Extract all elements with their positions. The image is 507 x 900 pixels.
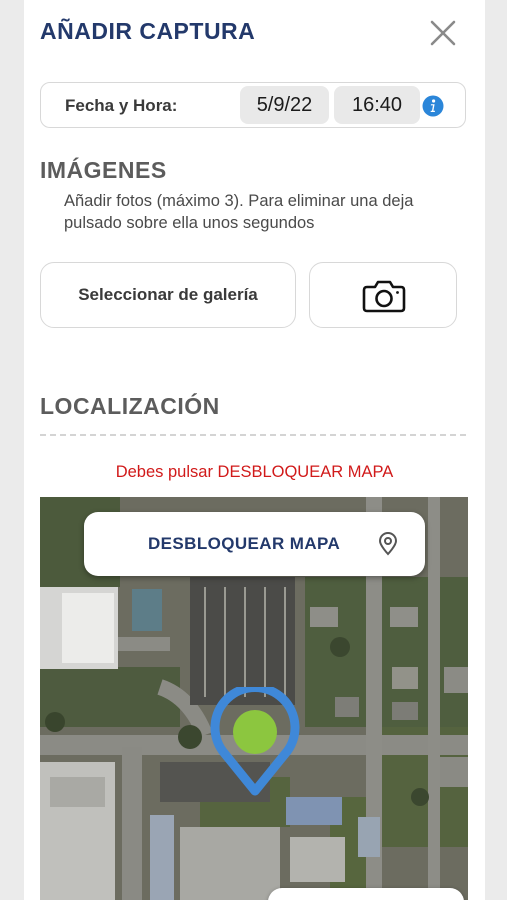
date-field[interactable]: 5/9/22 <box>240 86 329 124</box>
map-overlay-button[interactable] <box>268 888 464 900</box>
info-icon[interactable] <box>422 95 444 117</box>
images-section-title: IMÁGENES <box>40 157 167 183</box>
unlock-warning: Debes pulsar DESBLOQUEAR MAPA <box>115 463 394 481</box>
page-title: AÑADIR CAPTURA <box>40 18 256 44</box>
camera-button[interactable] <box>309 262 457 328</box>
capture-form: AÑADIR CAPTURA Fecha y Hora: 5/9/22 16:4… <box>24 0 485 900</box>
camera-icon <box>362 280 406 313</box>
time-field[interactable]: 16:40 <box>334 86 420 124</box>
location-section-title: LOCALIZACIÓN <box>40 393 220 419</box>
section-divider <box>40 434 466 436</box>
images-description: Añadir fotos (máximo 3). Para eliminar u… <box>64 192 414 232</box>
select-gallery-button[interactable]: Seleccionar de galería <box>40 262 296 328</box>
unlock-map-button[interactable]: DESBLOQUEAR MAPA <box>84 512 425 576</box>
map-pin-icon <box>378 532 398 556</box>
unlock-map-label: DESBLOQUEAR MAPA <box>148 534 341 553</box>
map-marker-icon <box>210 687 300 796</box>
select-gallery-label: Seleccionar de galería <box>78 285 258 304</box>
close-button[interactable] <box>428 18 458 48</box>
datetime-label: Fecha y Hora: <box>65 96 178 115</box>
close-icon <box>430 20 456 46</box>
datetime-row: Fecha y Hora: 5/9/22 16:40 <box>40 82 466 128</box>
